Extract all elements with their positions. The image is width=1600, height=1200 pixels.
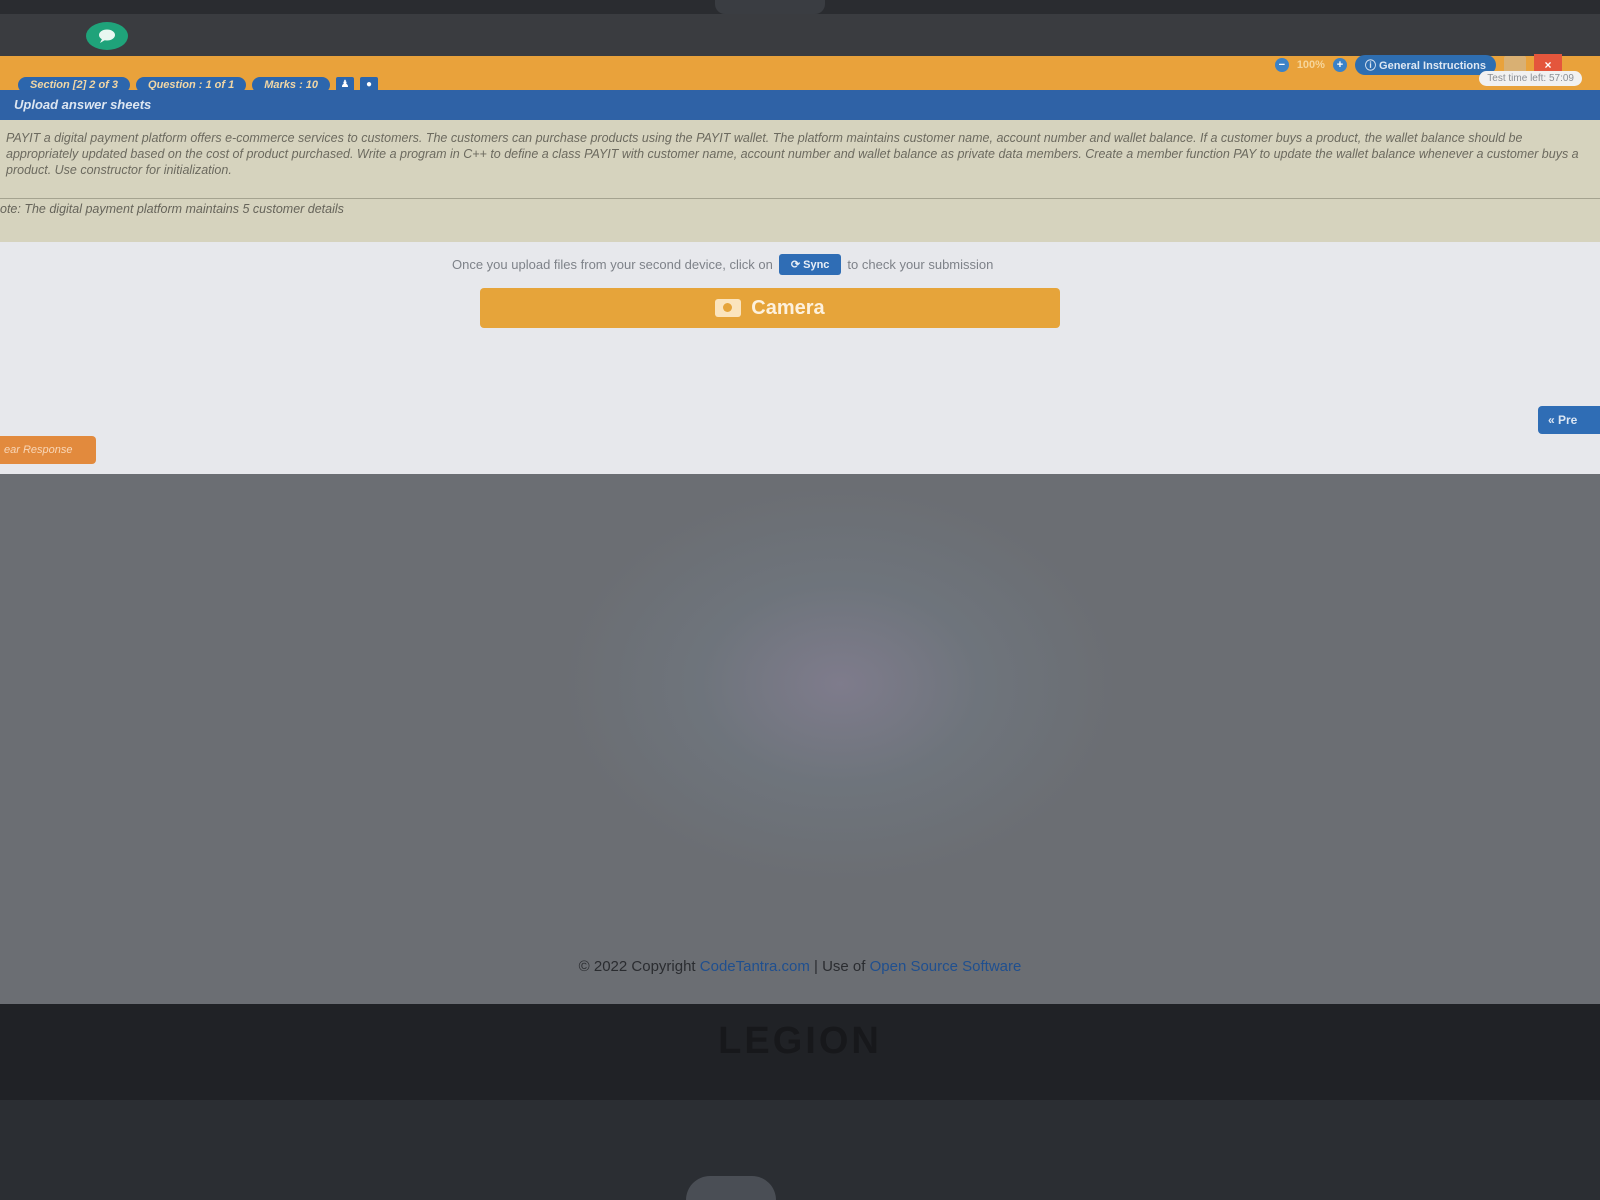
webcam-notch — [715, 0, 825, 14]
sync-prefix-text: Once you upload files from your second d… — [452, 257, 773, 272]
previous-button[interactable]: « Pre — [1538, 406, 1600, 434]
test-timer: Test time left: 57:09 — [1479, 71, 1582, 86]
screen-moire-glare — [560, 484, 1120, 884]
question-divider — [0, 198, 1600, 199]
app-topbar — [0, 14, 1600, 56]
upload-title: Upload answer sheets — [14, 97, 152, 112]
laptop-hinge — [686, 1176, 776, 1200]
copyright-text: © 2022 Copyright — [578, 958, 696, 975]
codetantra-link[interactable]: CodeTantra.com — [700, 958, 810, 975]
sync-button[interactable]: ⟳ Sync — [778, 254, 842, 275]
zoom-level: 100% — [1296, 59, 1325, 71]
question-panel: PAYIT a digital payment platform offers … — [0, 120, 1600, 243]
general-instructions-label: General Instructions — [1379, 60, 1486, 72]
clear-response-button[interactable]: ear Response — [0, 436, 96, 464]
device-brand-logo: LEGION — [718, 1020, 882, 1062]
footer-separator: | Use of — [814, 958, 866, 975]
zoom-out-icon[interactable]: − — [1274, 58, 1289, 72]
camera-icon — [715, 299, 742, 317]
sync-label: Sync — [803, 259, 830, 271]
laptop-keyboard-deck — [0, 1100, 1600, 1200]
upload-panel: Once you upload files from your second d… — [0, 242, 1600, 474]
chat-logo-icon[interactable] — [86, 22, 128, 50]
info-icon: ⓘ — [1364, 60, 1380, 72]
sync-instructions: Once you upload files from your second d… — [452, 254, 993, 275]
laptop-screen: − 100% + ⓘ General Instructions × Sectio… — [0, 14, 1600, 1004]
zoom-in-icon[interactable]: + — [1332, 58, 1347, 72]
open-source-link[interactable]: Open Source Software — [870, 958, 1022, 975]
sync-suffix-text: to check your submission — [847, 257, 994, 272]
upload-title-bar: Upload answer sheets — [0, 90, 1600, 120]
question-text: PAYIT a digital payment platform offers … — [6, 131, 1579, 177]
page-footer: © 2022 Copyright CodeTantra.com | Use of… — [0, 958, 1600, 975]
refresh-icon: ⟳ — [790, 259, 804, 271]
question-note: ote: The digital payment platform mainta… — [0, 202, 344, 216]
camera-label: Camera — [751, 296, 825, 319]
camera-button[interactable]: Camera — [480, 288, 1060, 328]
general-instructions-button[interactable]: ⓘ General Instructions — [1354, 55, 1496, 75]
